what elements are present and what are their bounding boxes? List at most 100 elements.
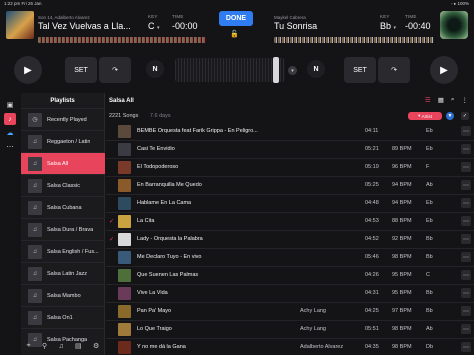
track-cover	[118, 269, 131, 282]
track-row[interactable]: ✓ La Cita 04:53 88 BPM Eb ⋯	[106, 213, 474, 231]
deck-b-waveform[interactable]	[274, 37, 434, 43]
track-row[interactable]: Hablame En La Cama 04:48 94 BPM Eb ⋯	[106, 195, 474, 213]
deck-a-sync-button[interactable]: ↷	[99, 57, 131, 83]
deck-a-title[interactable]: Tal Vez Vuelvas a Lla...	[38, 21, 138, 31]
track-duration: 04:52	[365, 236, 379, 242]
sort-order-icon[interactable]: ▼	[446, 112, 454, 120]
track-row[interactable]: Y no me dá la Gana Adalberto Alvarez 04:35…	[106, 339, 474, 355]
track-title: Me Declaro Tuyo - En vivo	[137, 254, 202, 260]
more-icon[interactable]: ⋯	[461, 270, 471, 280]
more-icon[interactable]: ⋯	[461, 234, 471, 244]
track-title: Que Suenen Las Palmas	[137, 272, 199, 278]
track-row[interactable]: Que Suenen Las Palmas 04:26 95 BPM C ⋯	[106, 267, 474, 285]
deck-a-waveform[interactable]	[38, 37, 206, 43]
deck-b-sync-button[interactable]: ↷	[378, 57, 410, 83]
deck-b-set-button[interactable]: SET	[344, 57, 376, 83]
deck-b-artwork[interactable]	[440, 11, 468, 39]
track-bpm: 88 BPM	[392, 218, 412, 224]
more-icon[interactable]: ⋯	[461, 162, 471, 172]
sort-artist-button[interactable]: ▾ Artist	[408, 112, 442, 120]
playlist-item[interactable]: ♫ Salsa Cubana	[21, 196, 105, 218]
playlist-item[interactable]: ♫ Salsa All	[21, 152, 105, 174]
more-icon[interactable]: ⋯	[461, 342, 471, 352]
track-row[interactable]: ✓ Lady - Orquesta la Palabra 04:52 92 BPM Bb…	[106, 231, 474, 249]
add-playlist-icon[interactable]: ♫	[58, 343, 63, 350]
playlist-item-label: Recently Played	[47, 116, 87, 123]
playlist-item[interactable]: ♫ Salsa Classic	[21, 174, 105, 196]
playlist-icon: ♫	[28, 222, 42, 237]
deck-b-neural-mix-button[interactable]: N	[307, 60, 325, 78]
more-icon[interactable]: ⋯	[461, 306, 471, 316]
deck-a-play-button[interactable]: ▶	[14, 56, 42, 84]
more-icon[interactable]: ⋯	[461, 198, 471, 208]
playlist-item[interactable]: ♫ Salsa On1	[21, 306, 105, 328]
track-row[interactable]: Me Declaro Tuyo - En vivo 05:46 98 BPM Bb ⋯	[106, 249, 474, 267]
track-duration: 04:35	[365, 344, 379, 350]
neural-mix-label: N	[313, 65, 319, 73]
track-row[interactable]: Casi Te Envidio 05:21 89 BPM Eb ⋯	[106, 141, 474, 159]
filter-icon[interactable]: ⌖	[27, 342, 31, 350]
track-duration: 05:51	[365, 326, 379, 332]
playlist-item[interactable]: ◷ Recently Played	[21, 108, 105, 130]
deck-b-key-value[interactable]: Bb ▾	[380, 21, 396, 31]
play-icon: ▶	[440, 64, 448, 76]
more-icon[interactable]: ⋯	[461, 288, 471, 298]
deck-b-play-button[interactable]: ▶	[430, 56, 458, 84]
track-duration: 04:25	[365, 308, 379, 314]
track-row[interactable]: Vive La Vida 04:31 95 BPM Bb ⋯	[106, 285, 474, 303]
playlist-item-label: Salsa English / Fus...	[47, 248, 99, 255]
track-title: Hablame En La Cama	[137, 200, 192, 206]
camera-icon[interactable]: ▣	[4, 99, 16, 111]
track-row[interactable]: En Barranquilla Me Quedo 05:25 94 BPM Ab ⋯	[106, 177, 474, 195]
more-icon[interactable]: ⋮	[462, 96, 469, 104]
search-icon[interactable]: ⌕	[451, 96, 455, 104]
deck-b-title[interactable]: Tu Sonrisa	[274, 21, 374, 31]
music-icon[interactable]: ♪	[4, 113, 16, 125]
playlist-item[interactable]: ♫ Salsa English / Fus...	[21, 240, 105, 262]
track-row[interactable]: BEMBE Orquesta feat Farik Grippa - En Pe…	[106, 123, 474, 141]
track-title: El Todopoderoso	[137, 164, 179, 170]
more-icon[interactable]: ⋯	[461, 144, 471, 154]
more-icon[interactable]: ⋯	[4, 141, 16, 153]
more-icon[interactable]: ⋯	[461, 126, 471, 136]
more-icon[interactable]: ⋯	[461, 180, 471, 190]
more-icon[interactable]: ⋯	[461, 216, 471, 226]
checkmark-icon: ✓	[109, 219, 115, 225]
track-row[interactable]: El Todopoderoso 05:19 96 BPM F ⋯	[106, 159, 474, 177]
crossfader[interactable]	[175, 57, 285, 83]
cloud-icon[interactable]: ☁	[4, 127, 16, 139]
track-key: Eb	[426, 218, 433, 224]
settings-icon[interactable]: ⚙	[93, 342, 99, 350]
more-icon[interactable]: ⋯	[461, 252, 471, 262]
clock-icon: ◷	[28, 112, 42, 127]
track-artist: Achy Lang	[300, 308, 326, 314]
chevron-down-icon[interactable]: ▾	[288, 66, 297, 75]
track-list-toolbar: ☰ ▦ ⌕ ⋮	[425, 96, 468, 104]
list-view-icon[interactable]: ☰	[425, 96, 431, 104]
crossfader-knob[interactable]	[273, 57, 279, 83]
track-cover	[118, 125, 131, 138]
track-duration: 05:25	[365, 182, 379, 188]
grid-view-icon[interactable]: ▦	[438, 96, 444, 104]
playlist-item[interactable]: ♫ Salsa Latin Jazz	[21, 262, 105, 284]
playlist-item[interactable]: ♫ Salsa Dura / Brava	[21, 218, 105, 240]
unlock-icon[interactable]: 🔓	[230, 30, 239, 38]
deck-a-key-value[interactable]: C ▾	[148, 21, 160, 31]
deck-a-neural-mix-button[interactable]: N	[146, 60, 164, 78]
track-row[interactable]: Pan Pa' Mayo Achy Lang 04:25 97 BPM Bb ⋯	[106, 303, 474, 321]
track-artist: Achy Lang	[300, 326, 326, 332]
deck-a-set-button[interactable]: SET	[65, 57, 97, 83]
deck-b-artist: Maykel Cabrera	[274, 15, 306, 20]
playlist-item[interactable]: ♫ Salsa Mambo	[21, 284, 105, 306]
playlist-item[interactable]: ♫ Reggaeton / Latin	[21, 130, 105, 152]
deck-a-artwork[interactable]	[6, 11, 34, 39]
track-row[interactable]: Lo Que Traigo Achy Lang 05:51 98 BPM Ab ⋯	[106, 321, 474, 339]
select-all-checkbox[interactable]: ✓	[461, 112, 469, 120]
deck-b-time-value: -00:40	[405, 21, 431, 31]
pin-icon[interactable]: ⚲	[42, 342, 47, 350]
folder-icon[interactable]: ▤	[75, 342, 82, 350]
playlist-icon: ♫	[28, 244, 42, 259]
done-button[interactable]: DONE	[219, 11, 253, 26]
more-icon[interactable]: ⋯	[461, 324, 471, 334]
track-key: Bb	[426, 236, 433, 242]
